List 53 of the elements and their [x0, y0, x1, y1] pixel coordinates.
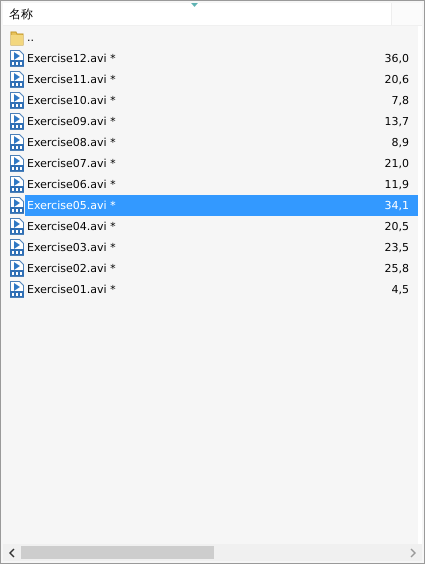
file-row[interactable]: Exercise07.avi * 21,0 [25, 153, 418, 174]
file-row[interactable]: Exercise10.avi * 7,8 [25, 90, 418, 111]
file-name: Exercise04.avi * [26, 219, 117, 235]
file-size: 21,0 [384, 156, 409, 172]
file-name: Exercise10.avi * [26, 93, 117, 109]
file-row[interactable]: Exercise06.avi * 11,9 [25, 174, 418, 195]
scrollbar-thumb[interactable] [21, 546, 214, 559]
file-size: 36,0 [384, 51, 409, 67]
file-size: 34,1 [384, 198, 409, 214]
file-size: 20,5 [384, 219, 409, 235]
file-name: Exercise11.avi * [26, 72, 117, 88]
file-name: Exercise03.avi * [26, 240, 117, 256]
video-file-icon [9, 281, 25, 298]
file-size: 11,9 [384, 177, 409, 193]
file-name: .. [26, 30, 35, 46]
file-name: Exercise02.avi * [26, 261, 117, 277]
video-file-icon [9, 260, 25, 277]
file-size: 4,5 [390, 282, 409, 298]
folder-icon [10, 30, 24, 46]
file-row[interactable]: Exercise04.avi * 20,5 [25, 216, 418, 237]
sort-caret-icon [191, 3, 198, 7]
file-name: Exercise07.avi * [26, 156, 117, 172]
file-row[interactable]: .. [25, 27, 418, 48]
video-file-icon [9, 71, 25, 88]
video-file-icon [9, 92, 25, 109]
video-file-icon [9, 239, 25, 256]
file-row[interactable]: Exercise11.avi * 20,6 [25, 69, 418, 90]
video-file-icon [9, 134, 25, 151]
video-file-icon [9, 176, 25, 193]
video-file-icon [9, 197, 25, 214]
file-name: Exercise06.avi * [26, 177, 117, 193]
video-file-icon [9, 218, 25, 235]
file-size: 13,7 [384, 114, 409, 130]
file-size: 7,8 [390, 93, 409, 109]
file-name: Exercise08.avi * [26, 135, 117, 151]
file-name: Exercise09.avi * [26, 114, 117, 130]
file-row[interactable]: Exercise01.avi * 4,5 [25, 279, 418, 300]
file-size: 8,9 [390, 135, 409, 151]
file-name: Exercise05.avi * [26, 198, 117, 214]
file-size: 25,8 [384, 261, 409, 277]
file-name: Exercise01.avi * [26, 282, 117, 298]
file-size: 23,5 [384, 240, 409, 256]
file-row[interactable]: Exercise03.avi * 23,5 [25, 237, 418, 258]
file-name: Exercise12.avi * [26, 51, 117, 67]
video-file-icon [9, 113, 25, 130]
file-row[interactable]: Exercise02.avi * 25,8 [25, 258, 418, 279]
file-row[interactable]: Exercise08.avi * 8,9 [25, 132, 418, 153]
file-row[interactable]: Exercise09.avi * 13,7 [25, 111, 418, 132]
file-row[interactable]: Exercise12.avi * 36,0 [25, 48, 418, 69]
video-file-icon [9, 50, 25, 67]
file-size: 20,6 [384, 72, 409, 88]
horizontal-scrollbar[interactable] [3, 544, 422, 561]
video-file-icon [9, 155, 25, 172]
